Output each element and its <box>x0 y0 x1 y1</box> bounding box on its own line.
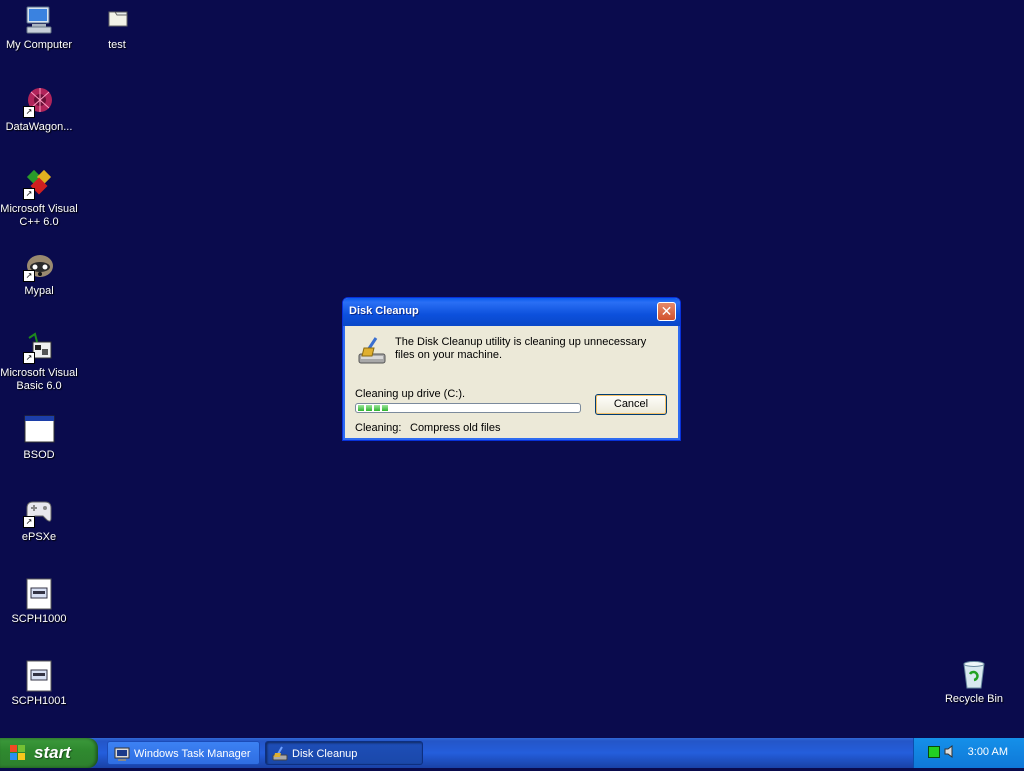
desktop-icon-visual-basic[interactable]: ↗ Microsoft Visual Basic 6.0 <box>0 332 79 393</box>
desktop-icon-label: Recycle Bin <box>944 693 1004 705</box>
progress-segment <box>374 405 380 411</box>
taskbar-button-label: Windows Task Manager <box>134 748 251 760</box>
bin-file-icon <box>23 660 55 692</box>
close-icon: ✕ <box>660 303 673 319</box>
bin-file-icon <box>23 578 55 610</box>
disk-cleanup-icon <box>272 746 288 762</box>
my-computer-icon <box>23 4 55 36</box>
desktop-icon-label: BSOD <box>23 449 55 461</box>
desktop-icon-label: My Computer <box>5 39 73 51</box>
desktop-icon-label: Microsoft Visual C++ 6.0 <box>0 203 78 228</box>
desktop-icon-epsxe[interactable]: ↗ ePSXe <box>0 496 79 544</box>
cleaning-value: Compress old files <box>410 422 501 434</box>
desktop-icon-label: ePSXe <box>21 531 57 543</box>
window-icon <box>23 414 55 446</box>
start-button[interactable]: start <box>0 738 98 768</box>
cancel-button[interactable]: Cancel <box>595 394 667 415</box>
desktop-icon-my-computer[interactable]: My Computer <box>0 4 79 52</box>
desktop-icon-bsod[interactable]: BSOD <box>0 414 79 462</box>
desktop-icon-label: Mypal <box>24 285 54 297</box>
desktop-icon-datawagon[interactable]: ↗ DataWagon... <box>0 86 79 134</box>
visual-basic-icon: ↗ <box>23 332 55 364</box>
desktop-icon-label: SCPH1000 <box>11 613 67 625</box>
system-tray: 3:00 AM <box>913 738 1024 768</box>
drive-label: Cleaning up drive (C:). <box>355 388 466 400</box>
desktop-icon-label: Microsoft Visual Basic 6.0 <box>0 367 78 392</box>
desktop-icon-label: SCPH1001 <box>11 695 67 707</box>
taskbar-button-label: Disk Cleanup <box>292 748 358 760</box>
desktop-icon-label: test <box>108 39 126 51</box>
taskbar-button-task-manager[interactable]: Windows Task Manager <box>107 741 260 765</box>
clock: 3:00 AM <box>967 746 1008 758</box>
desktop-icon-mypal[interactable]: ↗ Mypal <box>0 250 79 298</box>
dialog-message: The Disk Cleanup utility is cleaning up … <box>395 336 647 361</box>
close-button[interactable]: ✕ <box>657 302 676 321</box>
dialog-title-bar[interactable]: Disk Cleanup ✕ <box>343 298 680 326</box>
datawagon-icon: ↗ <box>23 86 55 118</box>
progress-segment <box>358 405 364 411</box>
cleaning-label: Cleaning: <box>355 422 402 434</box>
progress-segment <box>382 405 388 411</box>
taskbar-button-disk-cleanup[interactable]: Disk Cleanup <box>265 741 423 765</box>
progress-fill <box>358 405 388 411</box>
start-label: start <box>34 743 71 762</box>
desktop-icon-scph1001[interactable]: SCPH1001 <box>0 660 79 708</box>
visual-cpp-icon: ↗ <box>23 168 55 200</box>
dialog-body: The Disk Cleanup utility is cleaning up … <box>346 326 677 437</box>
tray-speaker-icon[interactable] <box>944 745 956 758</box>
tray-status-icon[interactable] <box>928 746 940 758</box>
desktop-icon-visual-cpp[interactable]: ↗ Microsoft Visual C++ 6.0 <box>0 168 79 229</box>
progress-bar <box>355 403 581 413</box>
gamepad-icon: ↗ <box>23 496 55 528</box>
taskbar: start Windows Task Manager Disk Cleanup … <box>0 738 1024 768</box>
desktop-icon-scph1000[interactable]: SCPH1000 <box>0 578 79 626</box>
dialog-title: Disk Cleanup <box>349 305 419 317</box>
folder-icon <box>101 4 133 36</box>
disk-cleanup-dialog: Disk Cleanup ✕ The Disk Cleanup utility … <box>342 297 681 441</box>
task-manager-icon <box>114 746 130 762</box>
recycle-bin-icon <box>958 658 990 690</box>
disk-cleanup-icon <box>356 336 388 368</box>
desktop-icon-recycle-bin[interactable]: Recycle Bin <box>934 658 1014 706</box>
desktop-icon-test[interactable]: test <box>77 4 157 52</box>
mypal-icon: ↗ <box>23 250 55 282</box>
progress-segment <box>366 405 372 411</box>
desktop-icon-label: DataWagon... <box>5 121 73 133</box>
windows-logo-icon <box>10 745 26 761</box>
